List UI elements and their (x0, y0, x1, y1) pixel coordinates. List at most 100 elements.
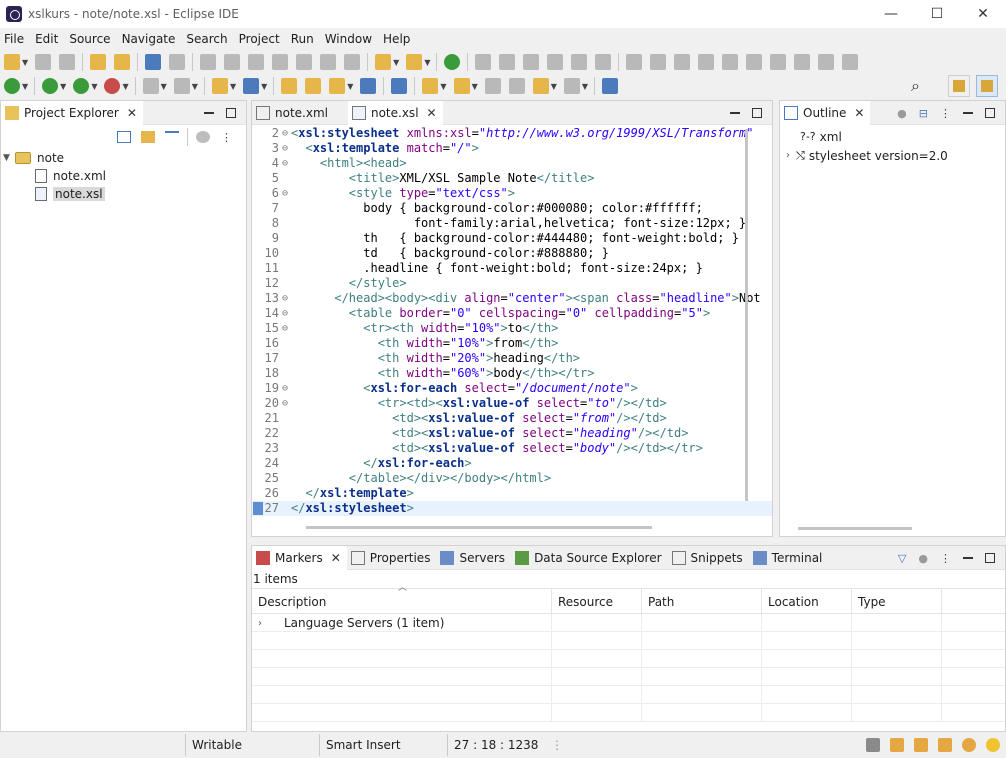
code-line[interactable]: 13 ⊖ </head><body><div align="center"><sp… (252, 291, 772, 306)
save-icon[interactable] (35, 54, 52, 70)
code-line[interactable]: 2 ⊖ <xsl:stylesheet xmlns:xsl="http://www.… (252, 126, 772, 141)
code-line[interactable]: 5 <title>XML/XSL Sample Note</title> (252, 171, 772, 186)
tree-icon-3[interactable] (523, 54, 540, 70)
fold-toggle-icon[interactable]: ⊖ (279, 186, 291, 201)
code-line[interactable]: 26 </xsl:template> (252, 486, 772, 501)
gear-shape-icon[interactable] (842, 54, 859, 70)
build-all-icon[interactable] (114, 54, 131, 70)
power-icon[interactable] (444, 54, 461, 70)
menu-navigate[interactable]: Navigate (118, 32, 183, 46)
table-row[interactable]: › Language Servers (1 item) (252, 614, 1005, 632)
suspend-icon[interactable] (224, 54, 241, 70)
stop-dropdown-icon[interactable]: ▼ (161, 82, 167, 91)
focus-icon[interactable]: ● (897, 107, 907, 120)
filter-icon[interactable] (165, 131, 179, 143)
java-ee-perspective-button[interactable] (976, 75, 998, 97)
profile-dropdown-icon[interactable]: ▼ (192, 82, 198, 91)
tree-icon-1[interactable] (475, 54, 492, 70)
code-line[interactable]: 20 ⊖ <tr><td><xsl:value-of select="to"/><… (252, 396, 772, 411)
ring-shape-icon[interactable] (746, 54, 763, 70)
open-resource-dropdown-icon[interactable]: ▼ (347, 82, 353, 91)
forward-arrow-icon[interactable] (563, 78, 580, 94)
external-tools-dropdown-icon[interactable]: ▼ (122, 82, 128, 91)
code-line[interactable]: 3 ⊖ <xsl:template match="/"> (252, 141, 772, 156)
expand-caret-icon[interactable]: ▼ (3, 153, 15, 163)
maximize-view-icon[interactable] (985, 108, 995, 118)
fold-toggle-icon[interactable]: ⊖ (279, 156, 291, 171)
code-line[interactable]: 10 td { background-color:#888880; } (252, 246, 772, 261)
focus-icon[interactable]: ● (918, 552, 928, 565)
code-line[interactable]: 11 .headline { font-weight:bold; font-si… (252, 261, 772, 276)
task-dropdown-icon[interactable]: ▼ (393, 58, 399, 67)
code-line[interactable]: 22 <td><xsl:value-of select="heading"/><… (252, 426, 772, 441)
maximize-view-icon[interactable] (985, 553, 995, 563)
disconnect-icon[interactable] (272, 54, 289, 70)
mark-icon[interactable] (406, 54, 423, 70)
column-header-type[interactable]: Type (852, 589, 942, 614)
square-outline-icon[interactable] (818, 54, 835, 70)
previous-annotation-icon[interactable] (453, 78, 470, 94)
tab-properties[interactable]: Properties (347, 546, 437, 570)
code-line[interactable]: 17 <th width="20%">heading</th> (252, 351, 772, 366)
tab-project-explorer[interactable]: Project Explorer ✕ (1, 100, 143, 125)
open-perspective-button[interactable] (948, 75, 970, 97)
minimize-view-icon[interactable] (204, 112, 214, 114)
tab-outline[interactable]: Outline ✕ (780, 100, 871, 125)
lightbulb-icon[interactable] (986, 738, 1000, 752)
wand-icon[interactable] (938, 738, 952, 752)
code-line[interactable]: 4 ⊖ <html><head> (252, 156, 772, 171)
publish-icon[interactable] (243, 78, 260, 94)
fold-toggle-icon[interactable]: ⊖ (279, 321, 291, 336)
tab-note-xsl[interactable]: note.xsl ✕ (347, 100, 443, 125)
collapse-all-icon[interactable] (117, 131, 131, 143)
run-icon[interactable] (42, 78, 59, 94)
code-line[interactable]: 12 </style> (252, 276, 772, 291)
code-line[interactable]: 14 ⊖ <table border="0" cellspacing="0" ce… (252, 306, 772, 321)
code-line[interactable]: 8 font-family:arial,helvetica; font-size… (252, 216, 772, 231)
link-with-editor-icon[interactable] (141, 131, 155, 143)
graduation-cap-icon[interactable] (914, 738, 928, 752)
new-dropdown-icon[interactable]: ▼ (22, 58, 28, 67)
close-icon[interactable]: ✕ (854, 106, 864, 120)
close-window-button[interactable]: ✕ (960, 0, 1006, 28)
fold-toggle-icon[interactable]: ⊖ (279, 291, 291, 306)
tree-icon-4[interactable] (547, 54, 564, 70)
skip-breakpoints-icon[interactable] (169, 54, 186, 70)
globe-icon[interactable] (360, 78, 377, 94)
column-header-location[interactable]: Location (762, 589, 852, 614)
code-line[interactable]: 18 <th width="60%">body</th></tr> (252, 366, 772, 381)
publish-dropdown-icon[interactable]: ▼ (261, 82, 267, 91)
status-insert-mode[interactable]: Smart Insert (319, 734, 447, 756)
step-over-icon[interactable] (320, 54, 337, 70)
minimize-button[interactable]: — (868, 0, 914, 28)
tree-icon-6[interactable] (595, 54, 612, 70)
new-server-dropdown-icon[interactable]: ▼ (230, 82, 236, 91)
notifications-icon[interactable] (866, 738, 880, 752)
close-icon[interactable]: ✕ (427, 106, 437, 120)
pin-editor-icon[interactable] (602, 78, 619, 94)
run-dropdown-icon[interactable]: ▼ (60, 82, 66, 91)
tree-item-note-folder[interactable]: ▼ note (1, 149, 246, 167)
code-line[interactable]: 15 ⊖ <tr><th width="10%">to</th> (252, 321, 772, 336)
tree-icon-5[interactable] (571, 54, 588, 70)
build-icon[interactable] (90, 54, 107, 70)
coverage-dropdown-icon[interactable]: ▼ (91, 82, 97, 91)
code-line[interactable]: 25 </table></div></body></html> (252, 471, 772, 486)
horizontal-scrollbar[interactable] (306, 526, 652, 529)
column-header-resource[interactable]: Resource (552, 589, 642, 614)
fold-toggle-icon[interactable]: ⊖ (279, 381, 291, 396)
forward-edit-icon[interactable] (508, 78, 525, 94)
tab-note-xml[interactable]: note.xml (252, 101, 334, 125)
debug-icon[interactable] (4, 78, 20, 94)
code-line[interactable]: 9 th { background-color:#444480; font-we… (252, 231, 772, 246)
menu-project[interactable]: Project (235, 32, 287, 46)
fold-toggle-icon[interactable]: ⊖ (279, 306, 291, 321)
code-line[interactable]: 16 <th width="10%">from</th> (252, 336, 772, 351)
next-annotation-dropdown-icon[interactable]: ▼ (440, 82, 446, 91)
code-line[interactable]: 6 ⊖ <style type="text/css"> (252, 186, 772, 201)
forward-dropdown-icon[interactable]: ▼ (582, 82, 588, 91)
tab-terminal[interactable]: Terminal (749, 546, 829, 570)
focus-icon[interactable] (196, 131, 210, 143)
column-header-path[interactable]: Path (642, 589, 762, 614)
step-return-icon[interactable] (344, 54, 361, 70)
